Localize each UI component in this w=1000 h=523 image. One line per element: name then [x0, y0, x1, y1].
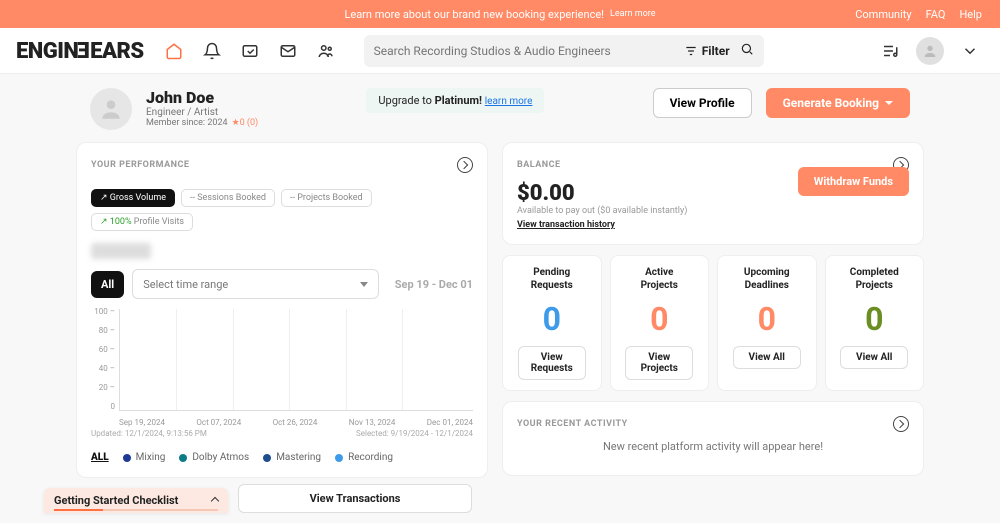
legend-item[interactable]: Dolby Atmos [179, 452, 249, 463]
profile-avatar [90, 88, 132, 130]
legend-item[interactable]: Mastering [263, 452, 321, 463]
stat-button[interactable]: View All [733, 346, 801, 369]
stat-card: PendingRequests0View Requests [502, 255, 602, 391]
legend-all[interactable]: ALL [91, 452, 109, 463]
announce-learn-more-link[interactable]: Learn more [610, 9, 656, 19]
recent-empty: New recent platform activity will appear… [517, 432, 909, 461]
session-icon[interactable] [236, 37, 264, 65]
profile-role: Engineer / Artist [146, 107, 258, 118]
mail-icon[interactable] [274, 37, 302, 65]
announce-text: Learn more about our brand new booking e… [344, 8, 604, 21]
user-avatar[interactable] [916, 37, 944, 65]
balance-card: BALANCE $0.00 Available to pay out ($0 a… [502, 142, 924, 245]
getting-started-checklist[interactable]: Getting Started Checklist [44, 488, 228, 513]
header: ENGINEEARS Filter [0, 28, 1000, 74]
chevron-up-icon[interactable] [211, 496, 219, 504]
time-range-select[interactable]: Select time range [132, 269, 379, 299]
performance-card: YOUR PERFORMANCE ↗ Gross Volume -- Sessio… [76, 142, 488, 478]
playlist-icon[interactable] [876, 37, 904, 65]
withdraw-funds-button[interactable]: Withdraw Funds [798, 167, 909, 196]
chart-selected: Selected: 9/19/2024 - 12/1/2024 [356, 429, 473, 438]
view-profile-button[interactable]: View Profile [653, 88, 752, 118]
blurred-value [91, 243, 151, 259]
metric-pill[interactable]: ↗ Gross Volume [91, 189, 175, 207]
recent-activity-card: YOUR RECENT ACTIVITY New recent platform… [502, 401, 924, 476]
community-icon[interactable] [312, 37, 340, 65]
balance-sub: Available to pay out ($0 available insta… [517, 206, 909, 216]
view-transactions-button[interactable]: View Transactions [238, 484, 472, 513]
metric-pill[interactable]: -- Sessions Booked [181, 189, 275, 207]
stat-card: UpcomingDeadlines0View All [717, 255, 817, 391]
link-faq[interactable]: FAQ [926, 8, 946, 21]
filter-button[interactable]: Filter [684, 44, 730, 58]
generate-booking-button[interactable]: Generate Booking [766, 88, 910, 118]
legend-item[interactable]: Mixing [123, 452, 166, 463]
search-bar[interactable]: Filter [364, 35, 764, 67]
stat-button[interactable]: View Projects [625, 346, 693, 380]
bell-icon[interactable] [198, 37, 226, 65]
upgrade-banner: Upgrade to Platinum! learn more [366, 88, 544, 113]
range-label: Sep 19 - Dec 01 [395, 278, 473, 291]
upgrade-learn-more-link[interactable]: learn more [485, 96, 533, 107]
legend-item[interactable]: Recording [335, 452, 393, 463]
stat-button[interactable]: View Requests [518, 346, 586, 380]
all-range-button[interactable]: All [91, 271, 124, 298]
chevron-down-icon[interactable] [956, 37, 984, 65]
announcement-bar: Learn more about our brand new booking e… [0, 0, 1000, 28]
balance-title: BALANCE [517, 160, 561, 170]
metric-pill[interactable]: -- Projects Booked [281, 189, 372, 207]
transaction-history-link[interactable]: View transaction history [517, 220, 615, 230]
metric-pill[interactable]: ↗ 100% Profile Visits [91, 213, 193, 231]
link-help[interactable]: Help [959, 8, 982, 21]
perf-title: YOUR PERFORMANCE [91, 160, 189, 170]
logo[interactable]: ENGINEEARS [16, 38, 144, 64]
stat-card: ActiveProjects0View Projects [610, 255, 710, 391]
stat-button[interactable]: View All [840, 346, 908, 369]
search-input[interactable] [374, 44, 684, 58]
perf-expand-icon[interactable] [457, 157, 473, 173]
profile-name: John Doe [146, 88, 258, 107]
stat-card: CompletedProjects0View All [825, 255, 925, 391]
chart-updated: Updated: 12/1/2024, 9:13:56 PM [91, 429, 207, 438]
recent-title: YOUR RECENT ACTIVITY [517, 419, 628, 429]
performance-chart: 100 –80 –60 –40 –20 –0 Sep 19, 2024Oct 0… [91, 307, 473, 427]
recent-expand-icon[interactable] [893, 416, 909, 432]
home-icon[interactable] [160, 37, 188, 65]
link-community[interactable]: Community [855, 8, 911, 21]
search-icon[interactable] [740, 42, 754, 59]
profile-member-since: Member since: 2024★0 (0) [146, 118, 258, 128]
